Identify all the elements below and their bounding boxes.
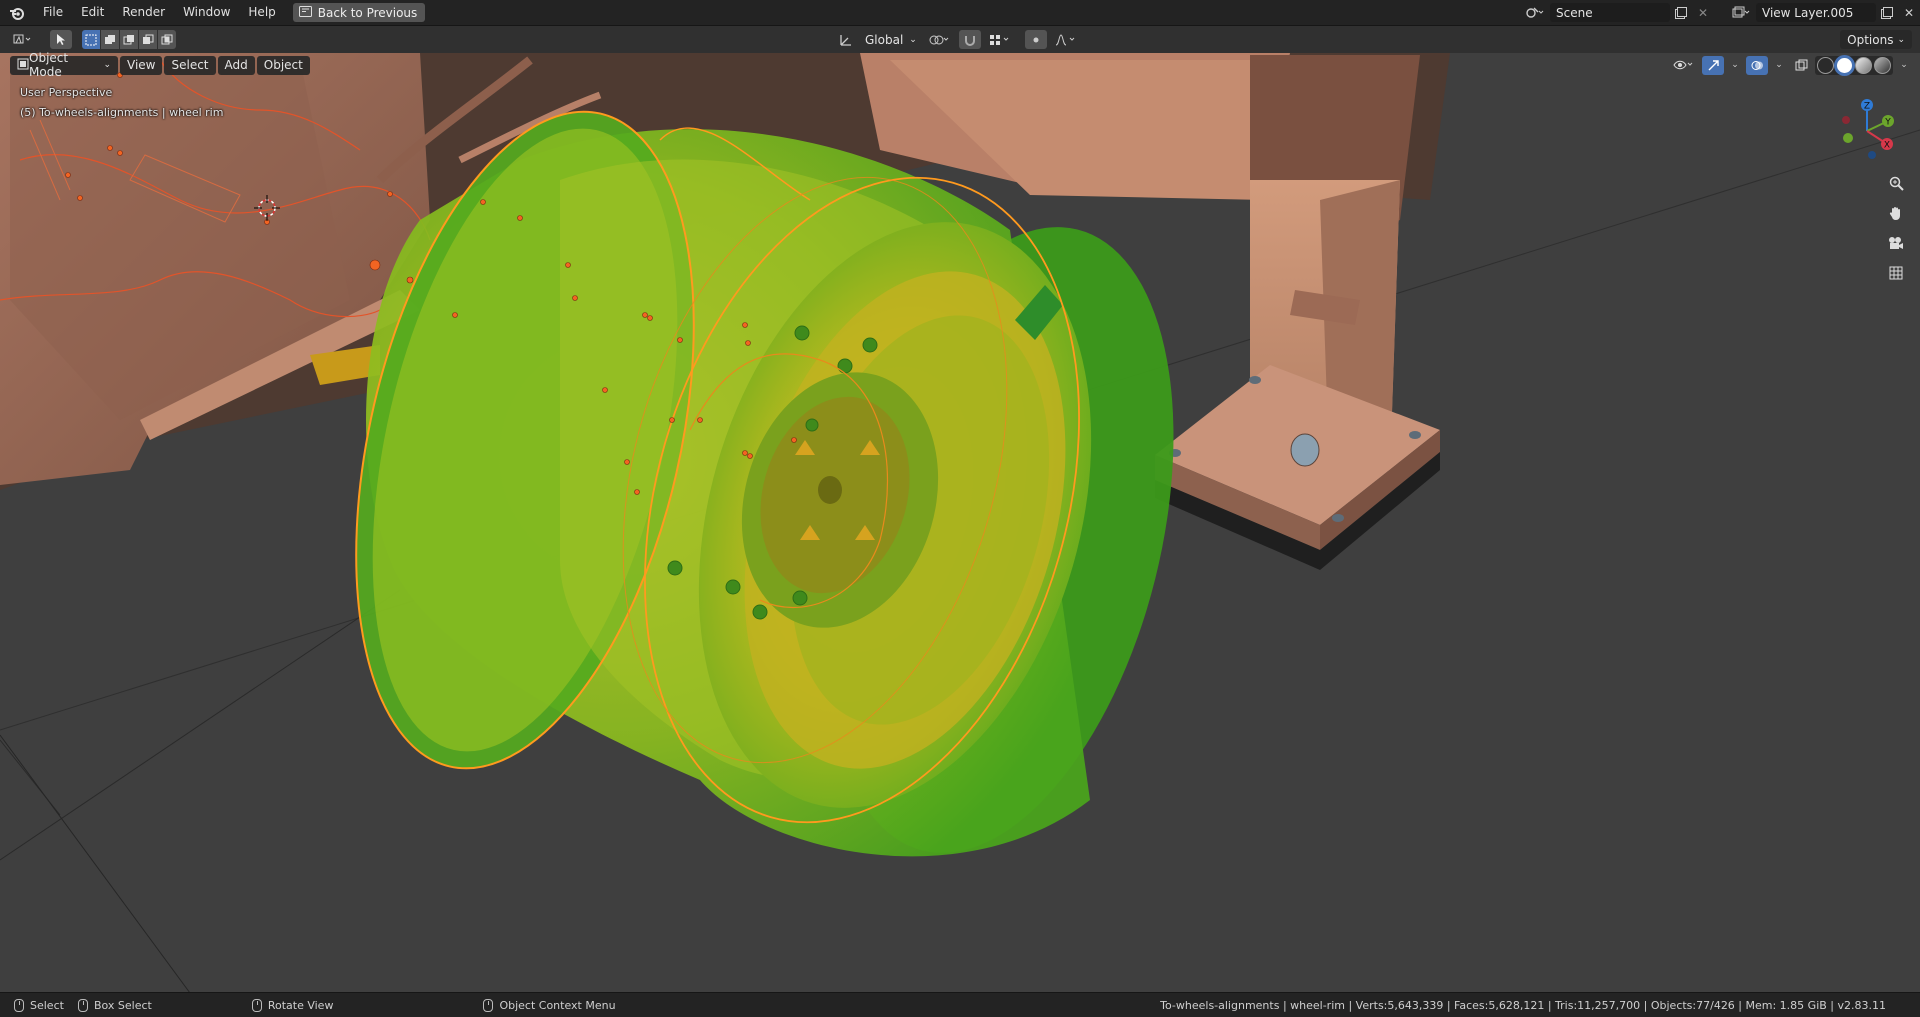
chevron-down-icon[interactable]: ⌄ [1771,56,1787,75]
back-icon [298,5,312,20]
menu-help[interactable]: Help [239,0,284,25]
orientation-icon[interactable] [835,30,857,49]
blender-icon[interactable] [0,0,34,25]
solid-shading-icon[interactable] [1836,56,1853,74]
view-layer-icon[interactable] [1726,3,1756,22]
zoom-icon[interactable] [1884,171,1908,195]
material-shading-icon[interactable] [1855,56,1872,74]
selection-mode-group [82,30,176,49]
top-menu-bar: File Edit Render Window Help Back to Pre… [0,0,1920,26]
visibility-icon[interactable] [1669,56,1699,75]
menu-file[interactable]: File [34,0,72,25]
options-label: Options [1847,32,1894,47]
options-dropdown[interactable]: Options ⌄ [1840,30,1912,49]
snap-toggle-icon[interactable] [958,30,981,49]
hand-icon[interactable] [1884,201,1908,225]
object-menu[interactable]: Object [256,55,310,75]
select-extend-icon[interactable] [101,30,119,49]
transform-orientation-dropdown[interactable]: Global ⌄ [861,33,921,47]
status-select-hint: Select [14,998,64,1012]
status-context-menu-hint: Object Context Menu [483,998,616,1012]
overlays-toggle-icon[interactable] [1746,55,1768,75]
gizmo-x-label: X [1884,141,1890,151]
editor-type-icon[interactable] [6,30,40,49]
3d-cursor-icon[interactable] [254,195,280,221]
transform-controls: Global ⌄ [835,30,1081,49]
menu-edit[interactable]: Edit [72,0,113,25]
mouse-left-icon [14,998,24,1012]
view-layer-name-field[interactable]: View Layer.005 [1756,3,1876,22]
chevron-down-icon: ⌄ [103,60,111,70]
tool-header: Global ⌄ Options ⌄ [0,26,1920,53]
object-mode-icon [17,58,29,73]
back-to-previous-label: Back to Previous [317,5,418,20]
view-menu[interactable]: View [120,55,163,75]
status-rotate-view-label: Rotate View [267,998,334,1012]
falloff-icon[interactable] [1051,30,1081,49]
proportional-edit-icon[interactable] [1024,30,1047,49]
status-bar: Select Box Select Rotate View Object Con… [0,992,1920,1017]
menu-render[interactable]: Render [113,0,174,25]
status-rotate-view-hint: Rotate View [251,998,334,1012]
mouse-right-icon [483,998,494,1012]
chevron-down-icon: ⌄ [909,34,917,45]
select-menu[interactable]: Select [164,55,216,75]
status-box-select-label: Box Select [93,998,152,1012]
viewport-shading-controls: ⌄ ⌄ ⌄ [1669,55,1912,75]
viewport-scene [0,53,1920,993]
select-invert-icon[interactable] [139,30,157,49]
xray-toggle-icon[interactable] [1790,56,1812,75]
rendered-shading-icon[interactable] [1874,56,1891,74]
gizmo-y-label: Y [1884,118,1891,128]
scene-icon[interactable] [1520,3,1550,22]
view-perspective-label: User Perspective [20,86,113,99]
gizmo-toggle-icon[interactable] [1702,55,1724,75]
grid-icon[interactable] [1884,261,1908,285]
back-to-previous-button[interactable]: Back to Previous [292,3,426,22]
navigation-gizmo[interactable]: Z Y X [1832,93,1902,163]
top-right-controls: Scene ✕ View Layer.005 ✕ [1520,0,1920,25]
shading-mode-group [1815,55,1893,75]
delete-scene-icon[interactable]: ✕ [1692,3,1714,22]
chevron-down-icon[interactable]: ⌄ [1896,56,1912,75]
camera-icon[interactable] [1884,231,1908,255]
status-context-menu-label: Object Context Menu [499,998,616,1012]
mouse-middle-icon [251,998,262,1012]
viewport-header: Object Mode ⌄ View Select Add Object ⌄ ⌄… [0,51,1920,79]
new-scene-icon[interactable] [1670,3,1692,22]
status-box-select-hint: Box Select [77,998,152,1012]
delete-view-layer-icon[interactable]: ✕ [1898,3,1920,22]
chevron-down-icon[interactable]: ⌄ [1727,56,1743,75]
add-menu[interactable]: Add [217,55,255,75]
mouse-drag-icon [77,998,88,1012]
select-intersect-icon[interactable] [158,30,176,49]
snap-element-icon[interactable] [985,30,1015,49]
select-subtract-icon[interactable] [120,30,138,49]
3d-viewport[interactable]: Z Y X [0,53,1920,993]
pivot-point-icon[interactable] [925,30,955,49]
viewport-nav-buttons [1884,171,1908,291]
tweak-cursor-icon[interactable] [50,30,72,49]
object-mode-label: Object Mode [29,51,69,79]
status-select-label: Select [30,998,64,1012]
scene-statistics: To-wheels-alignments | wheel-rim | Verts… [1160,998,1886,1012]
menu-window[interactable]: Window [174,0,239,25]
chevron-down-icon: ⌄ [1897,34,1905,45]
scene-name-field[interactable]: Scene [1550,3,1670,22]
active-object-label: (5) To-wheels-alignments | wheel rim [20,106,224,119]
select-new-icon[interactable] [82,30,100,49]
wireframe-shading-icon[interactable] [1817,56,1834,74]
transform-orientation-label: Global [865,32,904,47]
new-view-layer-icon[interactable] [1876,3,1898,22]
gizmo-z-label: Z [1864,102,1870,112]
object-mode-dropdown[interactable]: Object Mode ⌄ [10,51,118,79]
